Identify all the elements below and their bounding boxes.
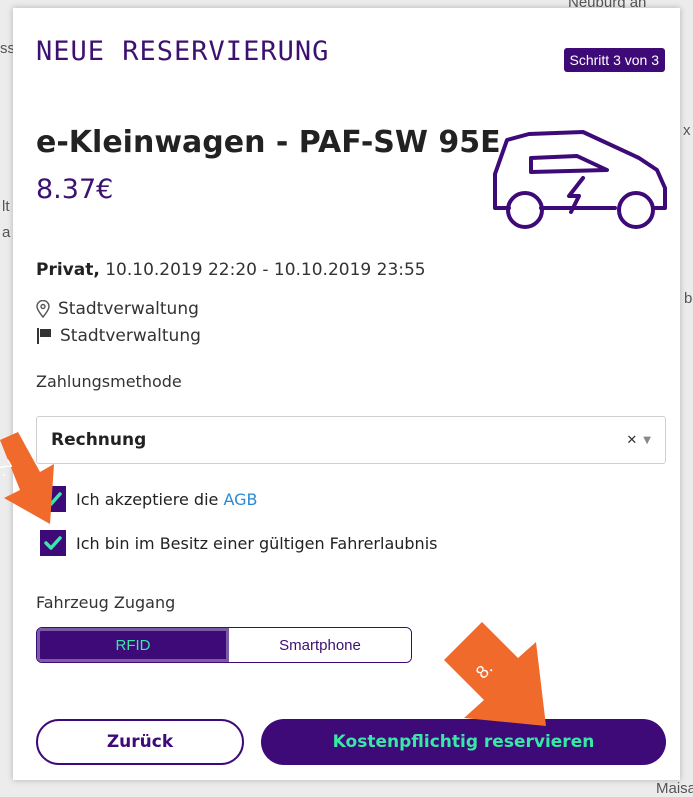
- agb-text: Ich akzeptiere die: [76, 489, 219, 509]
- booking-period: Privat, 10.10.2019 22:20 - 10.10.2019 23…: [36, 260, 426, 280]
- booking-type: Privat,: [36, 260, 100, 280]
- vehicle-name: e-Kleinwagen - PAF-SW 95E: [36, 125, 501, 160]
- reservation-modal: NEUE RESERVIERUNG Schritt 3 von 3 e-Klei…: [13, 8, 680, 780]
- license-checkbox[interactable]: [40, 530, 66, 556]
- return-location-row: Stadtverwaltung: [36, 326, 201, 346]
- agb-link[interactable]: AGB: [223, 490, 257, 509]
- back-button[interactable]: Zurück: [36, 719, 244, 765]
- access-option-rfid[interactable]: RFID: [37, 628, 229, 662]
- payment-method-value: Rechnung: [51, 430, 147, 450]
- access-toggle-group: RFID Smartphone: [36, 627, 412, 663]
- dropdown-arrow-icon[interactable]: ▼: [643, 435, 651, 446]
- access-option-smartphone[interactable]: Smartphone: [229, 628, 411, 662]
- checkmark-icon: [44, 536, 62, 550]
- location-pin-icon: [36, 300, 50, 318]
- map-label: lt: [2, 198, 10, 215]
- map-label: b: [684, 290, 693, 307]
- pickup-location: Stadtverwaltung: [58, 299, 199, 319]
- modal-title: NEUE RESERVIERUNG: [36, 36, 330, 67]
- annotation-arrow-7: [0, 432, 54, 524]
- map-label: x: [683, 122, 691, 139]
- price: 8.37€: [36, 174, 114, 205]
- clear-icon[interactable]: ✕: [626, 433, 637, 448]
- agb-label: Ich akzeptiere die AGB: [76, 490, 258, 509]
- return-location: Stadtverwaltung: [60, 326, 201, 346]
- flag-icon: [37, 328, 51, 344]
- license-checkbox-row: Ich bin im Besitz einer gültigen Fahrerl…: [40, 530, 437, 556]
- booking-dates: 10.10.2019 22:20 - 10.10.2019 23:55: [105, 260, 426, 280]
- map-label: a: [2, 224, 11, 241]
- payment-method-label: Zahlungsmethode: [36, 372, 182, 391]
- map-label-maisa: Maisa: [656, 780, 693, 797]
- annotation-arrow-8: [444, 622, 546, 726]
- agb-checkbox-row: Ich akzeptiere die AGB: [40, 486, 258, 512]
- step-badge: Schritt 3 von 3: [563, 48, 665, 72]
- license-label: Ich bin im Besitz einer gültigen Fahrerl…: [76, 533, 438, 553]
- car-electric-icon: [493, 130, 667, 229]
- access-label: Fahrzeug Zugang: [36, 593, 176, 612]
- payment-method-select[interactable]: Rechnung ✕ ▼: [36, 416, 666, 464]
- pickup-location-row: Stadtverwaltung: [36, 299, 199, 319]
